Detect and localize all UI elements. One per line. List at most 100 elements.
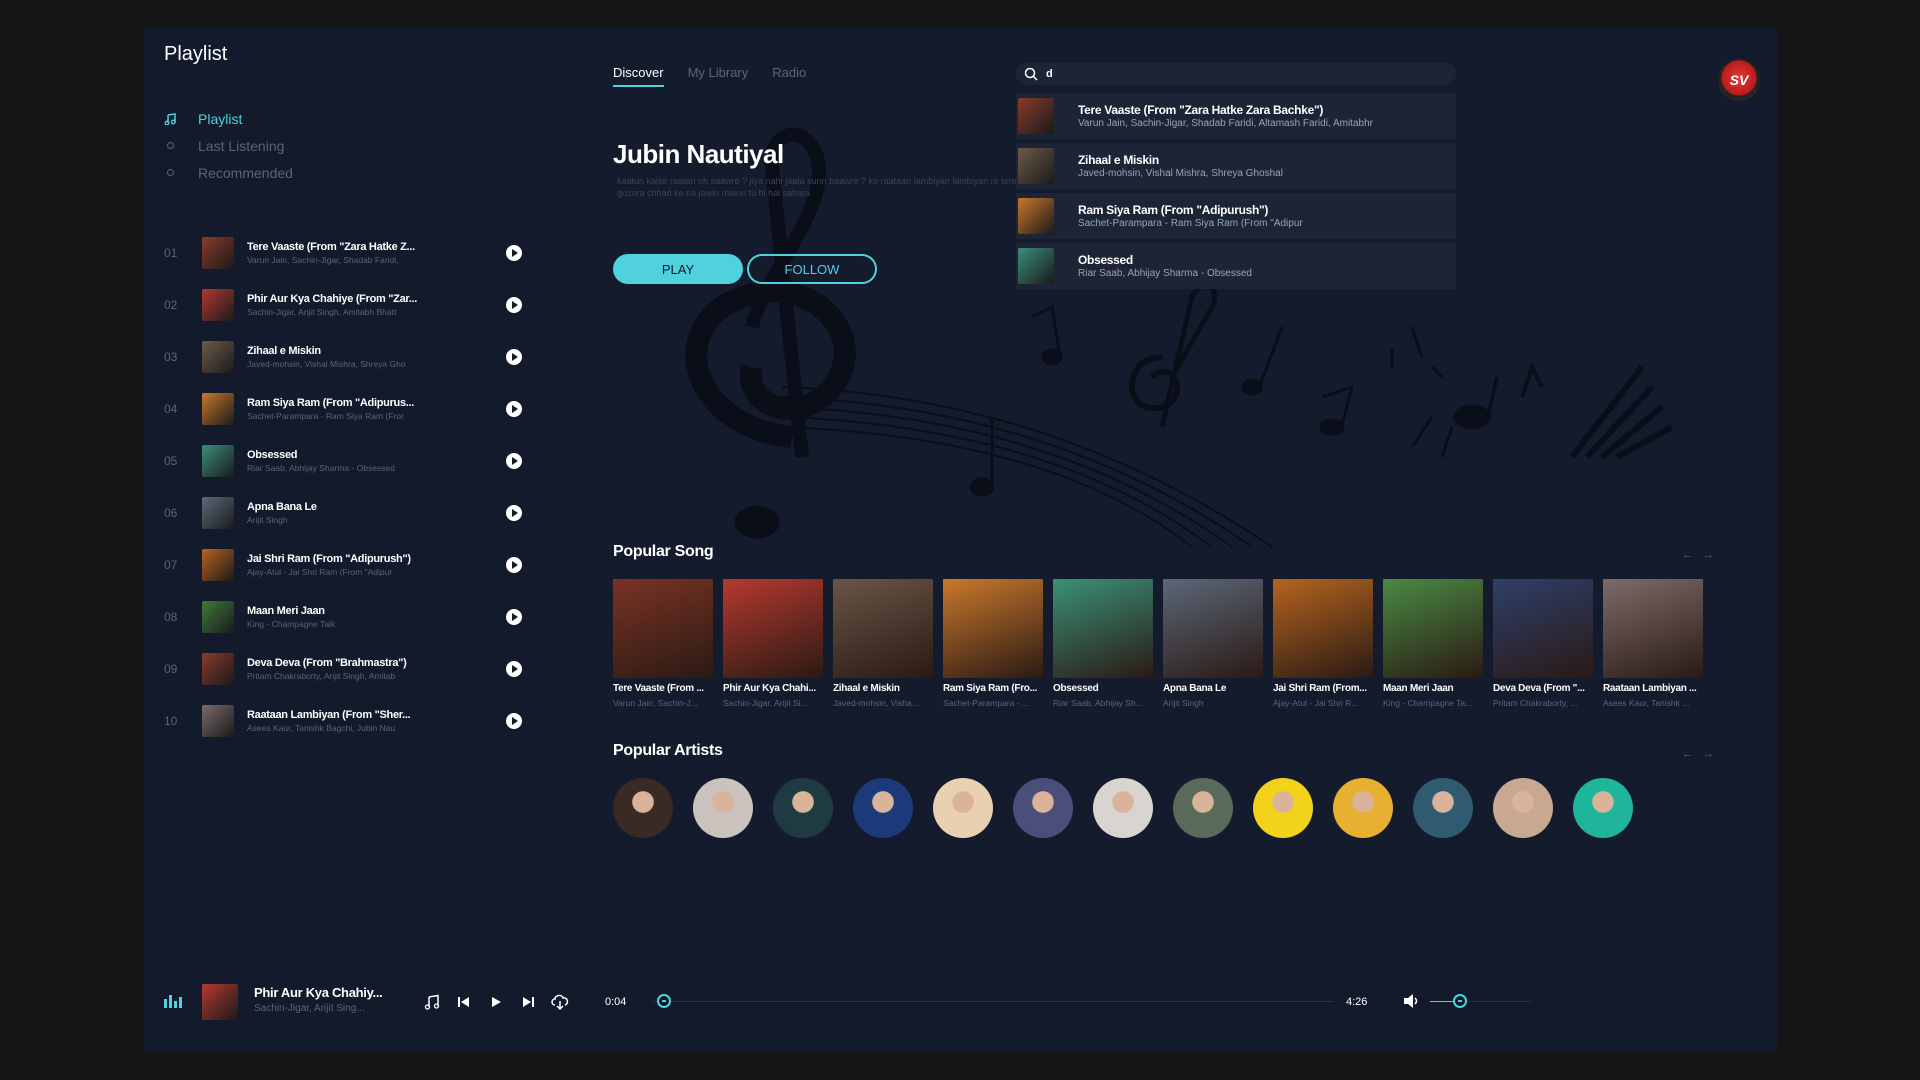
search-result-cover	[1018, 148, 1054, 184]
search-input[interactable]	[1046, 68, 1426, 80]
search-result-cover	[1018, 98, 1054, 134]
song-card[interactable]: Phir Aur Kya Chahi... Sachin-Jigar, Ariji…	[723, 579, 823, 708]
nav-item-playlist[interactable]: Playlist	[164, 105, 293, 132]
search-result-info: Ram Siya Ram (From "Adipurush") Sachet-Pa…	[1078, 203, 1303, 229]
track-artist: Arijit Singh	[247, 515, 288, 525]
artist-avatar[interactable]	[1493, 778, 1553, 838]
search-result-artist: Javed-mohsin, Vishal Mishra, Shreya Ghos…	[1078, 168, 1283, 179]
tab-radio[interactable]: Radio	[772, 65, 806, 87]
track-title: Obsessed	[247, 449, 298, 461]
arrow-left-icon[interactable]: ←	[1682, 748, 1693, 760]
play-circle-icon[interactable]	[506, 401, 522, 417]
artist-avatar[interactable]	[1333, 778, 1393, 838]
track-row[interactable]: 03 Zihaal e Miskin Javed-mohsin, Vishal Mi…	[164, 331, 534, 383]
search-result-item[interactable]: Obsessed Riar Saab, Abhijay Sharma - Obse…	[1016, 243, 1456, 289]
track-row[interactable]: 08 Maan Meri Jaan King - Champagne Talk	[164, 591, 534, 643]
download-icon[interactable]	[549, 991, 571, 1013]
search-result-artist: Varun Jain, Sachin-Jigar, Shadab Faridi,…	[1078, 118, 1373, 129]
track-row[interactable]: 05 Obsessed Riar Saab, Abhijay Sharma - Ob…	[164, 435, 534, 487]
play-button[interactable]: PLAY	[613, 254, 743, 284]
play-icon[interactable]	[485, 991, 507, 1013]
music-note-icon[interactable]	[421, 991, 443, 1013]
artist-avatar[interactable]	[1253, 778, 1313, 838]
progress-knob[interactable]	[656, 994, 671, 1008]
play-circle-icon[interactable]	[506, 297, 522, 313]
song-artist: Sachin-Jigar, Arijit Si...	[723, 698, 808, 708]
track-row[interactable]: 10 Raataan Lambiyan (From "Sher... Asees K…	[164, 695, 534, 747]
skip-next-icon[interactable]	[517, 991, 539, 1013]
now-playing-cover	[202, 984, 238, 1020]
arrow-right-icon[interactable]: →	[1703, 748, 1714, 760]
track-title: Jai Shri Ram (From "Adipurush")	[247, 553, 411, 565]
skip-previous-icon[interactable]	[453, 991, 475, 1013]
song-cover	[1603, 579, 1703, 678]
song-card[interactable]: Deva Deva (From "... Pritam Chakraborty, …	[1493, 579, 1593, 708]
nav-label: Playlist	[198, 110, 243, 127]
track-row[interactable]: 09 Deva Deva (From "Brahmastra") Pritam Ch…	[164, 643, 534, 695]
song-card[interactable]: Obsessed Riar Saab, Abhijay Sh...	[1053, 579, 1153, 708]
song-artist: Pritam Chakraborty, ...	[1493, 698, 1578, 708]
song-card[interactable]: Zihaal e Miskin Javed-mohsin, Visha...	[833, 579, 933, 708]
artist-avatar[interactable]	[693, 778, 753, 838]
play-circle-icon[interactable]	[506, 245, 522, 261]
artist-avatar[interactable]	[773, 778, 833, 838]
song-card[interactable]: Ram Siya Ram (Fro... Sachet-Parampara - .…	[943, 579, 1043, 708]
song-card[interactable]: Jai Shri Ram (From... Ajay-Atul - Jai Shr…	[1273, 579, 1373, 708]
time-total: 4:26	[1346, 996, 1368, 1008]
track-cover	[202, 497, 234, 529]
play-circle-icon[interactable]	[506, 349, 522, 365]
track-cover	[202, 653, 234, 685]
follow-button[interactable]: FOLLOW	[747, 254, 877, 284]
search-result-item[interactable]: Zihaal e Miskin Javed-mohsin, Vishal Mish…	[1016, 143, 1456, 189]
song-cover	[1493, 579, 1593, 678]
tab-my-library[interactable]: My Library	[688, 65, 749, 87]
track-cover	[202, 289, 234, 321]
volume-slider[interactable]	[1430, 994, 1530, 1008]
song-card[interactable]: Raataan Lambiyan ... Asees Kaur, Tanishk …	[1603, 579, 1703, 708]
track-row[interactable]: 06 Apna Bana Le Arijit Singh	[164, 487, 534, 539]
artist-avatar[interactable]	[853, 778, 913, 838]
track-row[interactable]: 07 Jai Shri Ram (From "Adipurush") Ajay-At…	[164, 539, 534, 591]
artist-avatar[interactable]	[613, 778, 673, 838]
search-result-item[interactable]: Ram Siya Ram (From "Adipurush") Sachet-Pa…	[1016, 193, 1456, 239]
arrow-right-icon[interactable]: →	[1703, 549, 1714, 561]
song-title: Raataan Lambiyan ...	[1603, 683, 1697, 694]
play-circle-icon[interactable]	[506, 661, 522, 677]
song-title: Phir Aur Kya Chahi...	[723, 683, 816, 694]
artist-avatar[interactable]	[1573, 778, 1633, 838]
play-circle-icon[interactable]	[506, 453, 522, 469]
volume-icon[interactable]	[1401, 991, 1421, 1011]
volume-knob[interactable]	[1453, 994, 1467, 1008]
track-title: Zihaal e Miskin	[247, 345, 321, 357]
track-number: 02	[164, 298, 178, 312]
artist-avatar[interactable]	[1173, 778, 1233, 838]
search-result-info: Zihaal e Miskin Javed-mohsin, Vishal Mish…	[1078, 153, 1283, 179]
nav-item-last-listening[interactable]: Last Listening	[164, 132, 293, 159]
artist-avatar[interactable]	[1093, 778, 1153, 838]
user-avatar[interactable]: SV	[1718, 59, 1760, 101]
artist-avatar[interactable]	[933, 778, 993, 838]
track-row[interactable]: 01 Tere Vaaste (From "Zara Hatke Z... Varu…	[164, 227, 534, 279]
progress-bar[interactable]	[653, 994, 1333, 1008]
play-circle-icon[interactable]	[506, 557, 522, 573]
play-circle-icon[interactable]	[506, 505, 522, 521]
nav-item-recommended[interactable]: Recommended	[164, 159, 293, 186]
song-card[interactable]: Apna Bana Le Arijit Singh	[1163, 579, 1263, 708]
tab-discover[interactable]: Discover	[613, 65, 664, 87]
track-cover	[202, 393, 234, 425]
play-circle-icon[interactable]	[506, 713, 522, 729]
popular-artists-row	[613, 778, 1633, 838]
track-row[interactable]: 02 Phir Aur Kya Chahiye (From "Zar... Sach…	[164, 279, 534, 331]
play-circle-icon[interactable]	[506, 609, 522, 625]
artist-avatar[interactable]	[1013, 778, 1073, 838]
arrow-left-icon[interactable]: ←	[1682, 549, 1693, 561]
search-result-item[interactable]: Tere Vaaste (From "Zara Hatke Zara Bachk…	[1016, 93, 1456, 139]
song-card[interactable]: Tere Vaaste (From ... Varun Jain, Sachin-…	[613, 579, 713, 708]
song-card[interactable]: Maan Meri Jaan King - Champagne Ta...	[1383, 579, 1483, 708]
track-row[interactable]: 04 Ram Siya Ram (From "Adipurus... Sachet-…	[164, 383, 534, 435]
artist-avatar[interactable]	[1413, 778, 1473, 838]
song-title: Deva Deva (From "...	[1493, 683, 1585, 694]
now-playing-artist: Sachin-Jigar, Arijit Sing...	[254, 1003, 365, 1014]
search-result-title: Obsessed	[1078, 253, 1133, 267]
song-cover	[613, 579, 713, 678]
